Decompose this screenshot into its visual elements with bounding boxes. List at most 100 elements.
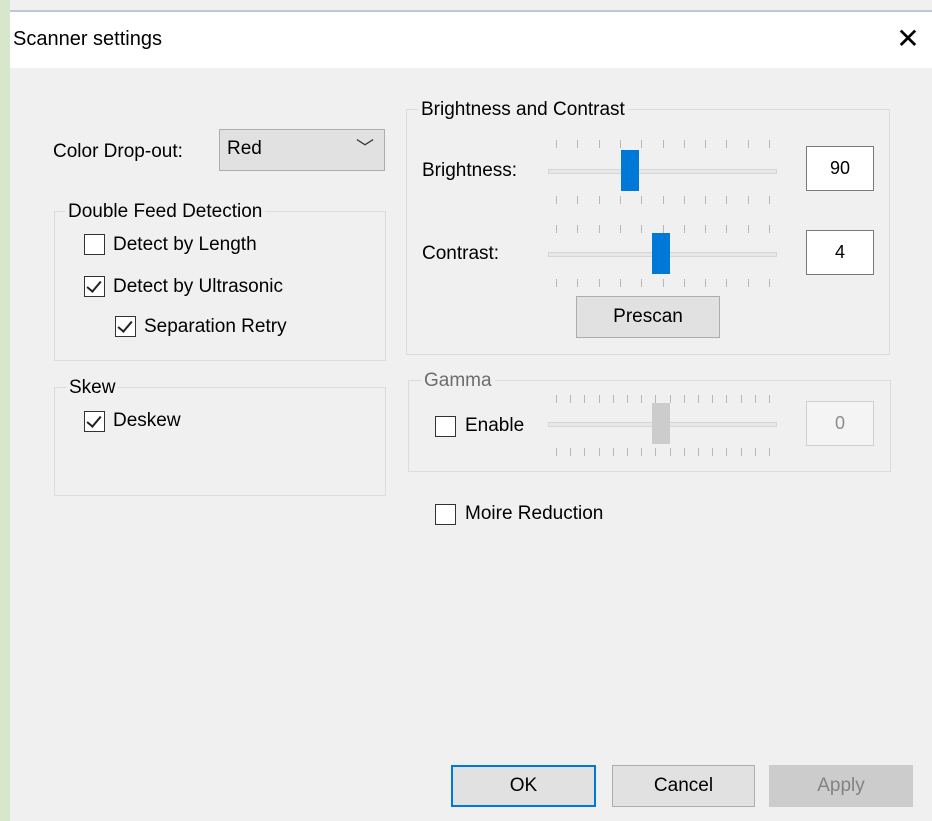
slider-tick: [599, 279, 600, 287]
slider-tick: [641, 279, 642, 287]
slider-tick: [577, 225, 578, 233]
title-bar-top-border: [10, 10, 932, 12]
slider-tick: [726, 196, 727, 204]
gamma-value-field: 0: [806, 401, 874, 446]
separation-retry-checkbox[interactable]: [115, 316, 136, 337]
slider-tick: [726, 279, 727, 287]
slider-tick: [712, 448, 713, 456]
close-icon[interactable]: ✕: [893, 20, 923, 58]
window-left-border: [0, 0, 10, 821]
slider-tick: [741, 395, 742, 403]
contrast-slider-thumb[interactable]: [652, 233, 670, 274]
slider-tick: [655, 448, 656, 456]
ok-button[interactable]: OK: [451, 765, 596, 807]
slider-tick: [684, 196, 685, 204]
slider-tick: [620, 140, 621, 148]
slider-tick: [570, 395, 571, 403]
color-dropout-value: Red: [227, 138, 262, 159]
slider-tick: [577, 140, 578, 148]
slider-tick: [627, 448, 628, 456]
slider-tick: [755, 448, 756, 456]
slider-tick: [684, 225, 685, 233]
slider-tick: [755, 395, 756, 403]
gamma-ticks-bottom: [548, 448, 777, 456]
detect-by-length-checkbox[interactable]: [84, 234, 105, 255]
slider-tick: [769, 225, 770, 233]
slider-tick: [599, 448, 600, 456]
slider-tick: [698, 395, 699, 403]
double-feed-legend: Double Feed Detection: [65, 201, 266, 223]
slider-tick: [748, 279, 749, 287]
slider-tick: [641, 225, 642, 233]
slider-tick: [684, 279, 685, 287]
detect-by-ultrasonic-label: Detect by Ultrasonic: [113, 276, 284, 297]
slider-tick: [641, 448, 642, 456]
slider-tick: [684, 448, 685, 456]
slider-tick: [663, 225, 664, 233]
slider-tick: [570, 448, 571, 456]
slider-tick: [641, 140, 642, 148]
checkmark-icon: [86, 412, 102, 428]
slider-tick: [663, 279, 664, 287]
slider-tick: [599, 140, 600, 148]
slider-tick: [748, 140, 749, 148]
detect-by-ultrasonic-checkbox[interactable]: [84, 276, 105, 297]
slider-tick: [641, 395, 642, 403]
window-title: Scanner settings: [13, 28, 162, 50]
prescan-button[interactable]: Prescan: [576, 296, 720, 338]
checkmark-icon: [117, 317, 133, 333]
color-dropout-select[interactable]: Red ﹀: [219, 129, 385, 171]
slider-tick: [769, 279, 770, 287]
slider-tick: [684, 395, 685, 403]
slider-tick: [705, 279, 706, 287]
cancel-button[interactable]: Cancel: [612, 765, 755, 807]
slider-tick: [620, 279, 621, 287]
slider-tick: [613, 448, 614, 456]
slider-tick: [663, 196, 664, 204]
moire-reduction-checkbox[interactable]: [435, 504, 456, 525]
deskew-checkbox[interactable]: [84, 411, 105, 432]
slider-tick: [584, 448, 585, 456]
chevron-down-icon: ﹀: [356, 138, 374, 158]
brightness-ticks-top: [548, 140, 777, 148]
brightness-value-field[interactable]: 90: [806, 146, 874, 191]
brightness-contrast-legend: Brightness and Contrast: [418, 99, 628, 121]
slider-tick: [726, 225, 727, 233]
slider-tick: [556, 279, 557, 287]
slider-tick: [726, 395, 727, 403]
brightness-ticks-bottom: [548, 196, 777, 204]
contrast-ticks-bottom: [548, 279, 777, 287]
gamma-enable-checkbox[interactable]: [435, 416, 456, 437]
slider-tick: [748, 196, 749, 204]
separation-retry-label: Separation Retry: [144, 316, 287, 337]
deskew-label: Deskew: [113, 410, 181, 431]
brightness-slider-thumb[interactable]: [621, 150, 639, 191]
slider-tick: [769, 140, 770, 148]
slider-tick: [670, 448, 671, 456]
slider-tick: [748, 225, 749, 233]
slider-tick: [599, 225, 600, 233]
slider-tick: [627, 395, 628, 403]
slider-tick: [684, 140, 685, 148]
slider-tick: [705, 225, 706, 233]
gamma-legend: Gamma: [421, 370, 495, 392]
contrast-label: Contrast:: [422, 243, 500, 264]
slider-tick: [670, 395, 671, 403]
contrast-value-field[interactable]: 4: [806, 230, 874, 275]
slider-tick: [655, 395, 656, 403]
slider-tick: [620, 196, 621, 204]
apply-button[interactable]: Apply: [769, 765, 913, 807]
slider-tick: [712, 395, 713, 403]
slider-tick: [577, 196, 578, 204]
slider-tick: [705, 140, 706, 148]
slider-tick: [613, 395, 614, 403]
slider-tick: [577, 279, 578, 287]
color-dropout-label: Color Drop-out:: [53, 141, 183, 162]
brightness-slider-track[interactable]: [548, 169, 777, 174]
brightness-label: Brightness:: [422, 160, 518, 181]
gamma-enable-label: Enable: [465, 415, 525, 436]
gamma-ticks-top: [548, 395, 777, 403]
slider-tick: [556, 225, 557, 233]
slider-tick: [726, 448, 727, 456]
slider-tick: [556, 395, 557, 403]
